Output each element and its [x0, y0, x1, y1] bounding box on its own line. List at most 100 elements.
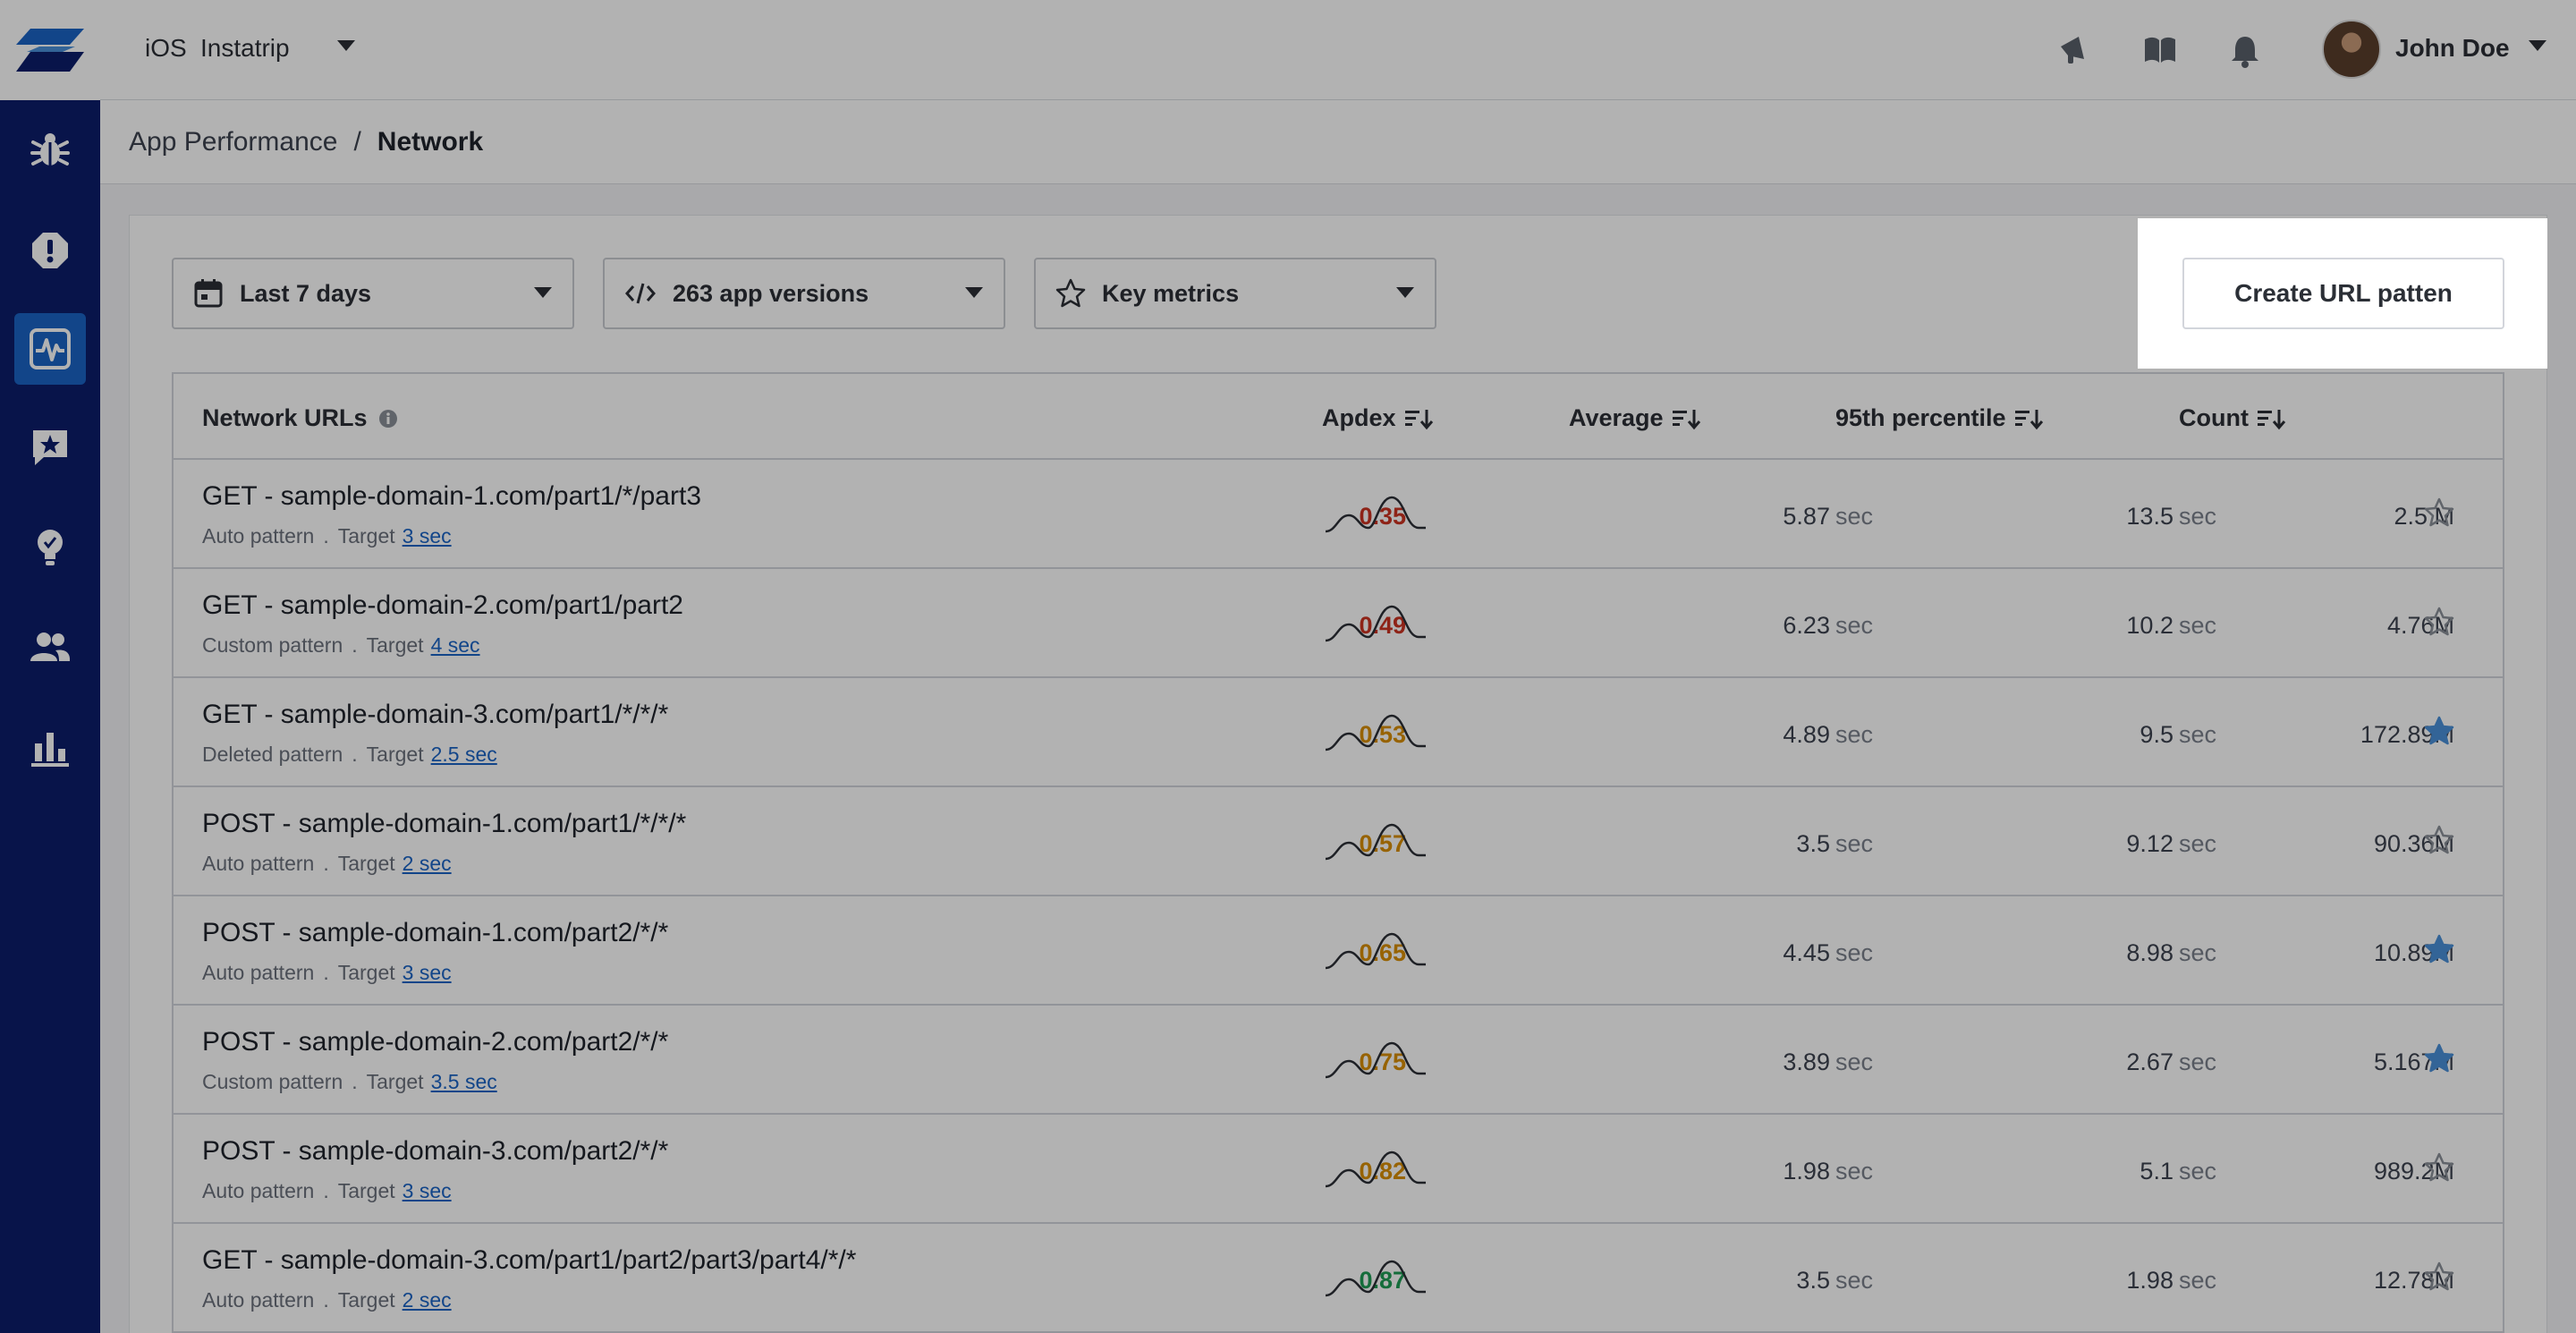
user-menu-chevron-icon[interactable]: [2528, 39, 2547, 52]
apdex-sparkline-icon: [1325, 1041, 1426, 1079]
pattern-type: Custom pattern: [202, 1070, 343, 1093]
target-label: Target: [337, 1288, 395, 1312]
table-row[interactable]: GET - sample-domain-3.com/part1/part2/pa…: [174, 1224, 2503, 1333]
sidebar-item-crashes[interactable]: [14, 215, 86, 286]
average-value: 3.89 sec: [1783, 1049, 1873, 1075]
app-selector[interactable]: Instatrip: [200, 34, 290, 63]
header-average[interactable]: Average: [1569, 404, 1701, 432]
sidebar-item-insights[interactable]: [14, 512, 86, 583]
target-label: Target: [366, 633, 424, 657]
sidebar-item-feedback[interactable]: [14, 412, 86, 483]
target-label: Target: [337, 961, 395, 984]
app-versions-filter[interactable]: 263 app versions: [603, 258, 1005, 329]
chevron-down-icon[interactable]: [336, 39, 356, 52]
table-row[interactable]: GET - sample-domain-1.com/part1/*/part3 A…: [174, 460, 2503, 569]
breadcrumb-current: Network: [377, 126, 484, 157]
average-value: 5.87 sec: [1783, 503, 1873, 530]
create-url-pattern-button[interactable]: Create URL patten: [2182, 258, 2504, 329]
date-range-filter[interactable]: Last 7 days: [172, 258, 574, 329]
chevron-down-icon: [1396, 287, 1414, 298]
pattern-type: Auto pattern: [202, 1288, 315, 1312]
star-outline-icon: [1055, 278, 1086, 308]
alert-icon: [32, 233, 68, 268]
average-value: 1.98 sec: [1783, 1158, 1873, 1184]
url-text[interactable]: POST - sample-domain-1.com/part2/*/*: [202, 918, 668, 948]
header-95th-percentile[interactable]: 95th percentile: [1835, 404, 2044, 432]
sidebar-item-bugs[interactable]: [14, 115, 86, 186]
meta-separator: .: [323, 961, 329, 984]
count-value: 5.167M: [2373, 1049, 2454, 1075]
url-text[interactable]: GET - sample-domain-2.com/part1/part2: [202, 590, 683, 621]
key-metrics-label: Key metrics: [1102, 279, 1240, 307]
star-filled-icon[interactable]: [2424, 1043, 2454, 1074]
target-label: Target: [366, 743, 424, 766]
book-icon[interactable]: [2143, 34, 2177, 66]
target-link[interactable]: 3 sec: [402, 1179, 452, 1202]
apdex-sparkline-icon: [1325, 605, 1426, 642]
sidebar-item-users[interactable]: [14, 612, 86, 683]
target-link[interactable]: 4 sec: [431, 633, 480, 657]
sort-icon: [1672, 409, 1700, 429]
table-row[interactable]: POST - sample-domain-3.com/part2/*/* Auto…: [174, 1115, 2503, 1224]
table-row[interactable]: GET - sample-domain-2.com/part1/part2 Cus…: [174, 569, 2503, 678]
bell-icon[interactable]: [2229, 34, 2261, 68]
header-count[interactable]: Count: [2179, 404, 2286, 432]
average-value: 4.89 sec: [1783, 721, 1873, 748]
megaphone-icon[interactable]: [2057, 34, 2089, 66]
info-icon[interactable]: [378, 409, 398, 429]
star-outline-icon[interactable]: [2424, 825, 2454, 855]
meta-separator: .: [352, 633, 358, 657]
table-row[interactable]: POST - sample-domain-1.com/part2/*/* Auto…: [174, 896, 2503, 1006]
app-versions-label: 263 app versions: [673, 279, 869, 307]
meta-separator: .: [323, 1288, 329, 1312]
pattern-type: Auto pattern: [202, 852, 315, 875]
star-outline-icon[interactable]: [2424, 497, 2454, 528]
url-text[interactable]: GET - sample-domain-3.com/part1/*/*/*: [202, 700, 668, 730]
star-outline-icon[interactable]: [2424, 607, 2454, 637]
apdex-sparkline-icon: [1325, 496, 1426, 533]
breadcrumb-parent[interactable]: App Performance: [129, 127, 337, 157]
target-link[interactable]: 2 sec: [402, 852, 452, 875]
table-row[interactable]: POST - sample-domain-1.com/part1/*/*/* Au…: [174, 787, 2503, 896]
table-row[interactable]: GET - sample-domain-3.com/part1/*/*/* Del…: [174, 678, 2503, 787]
sidebar-item-analytics[interactable]: [14, 712, 86, 784]
table-row[interactable]: POST - sample-domain-2.com/part2/*/* Cust…: [174, 1006, 2503, 1115]
url-text[interactable]: POST - sample-domain-2.com/part2/*/*: [202, 1027, 668, 1057]
user-name[interactable]: John Doe: [2395, 34, 2510, 63]
url-text[interactable]: GET - sample-domain-1.com/part1/*/part3: [202, 481, 701, 512]
apdex-sparkline-icon: [1325, 932, 1426, 970]
url-text[interactable]: GET - sample-domain-3.com/part1/part2/pa…: [202, 1245, 856, 1276]
apdex-sparkline-icon: [1325, 823, 1426, 861]
breadcrumb: App Performance / Network: [100, 100, 2576, 184]
header-apdex[interactable]: Apdex: [1322, 404, 1434, 432]
star-outline-icon[interactable]: [2424, 1261, 2454, 1292]
url-text[interactable]: POST - sample-domain-3.com/part2/*/*: [202, 1136, 668, 1167]
sidebar-item-performance[interactable]: [14, 313, 86, 385]
target-label: Target: [337, 1179, 395, 1202]
url-meta: Auto pattern. Target 2 sec: [202, 1288, 452, 1312]
target-link[interactable]: 3.5 sec: [431, 1070, 497, 1093]
target-link[interactable]: 2 sec: [402, 1288, 452, 1312]
bar-chart-icon: [31, 733, 69, 767]
performance-icon: [30, 328, 71, 369]
url-text[interactable]: POST - sample-domain-1.com/part1/*/*/*: [202, 809, 686, 839]
target-link[interactable]: 2.5 sec: [431, 743, 497, 766]
key-metrics-filter[interactable]: Key metrics: [1034, 258, 1436, 329]
target-label: Target: [337, 852, 395, 875]
sort-icon: [1404, 409, 1433, 429]
date-range-label: Last 7 days: [240, 279, 372, 307]
star-filled-icon[interactable]: [2424, 934, 2454, 964]
url-meta: Auto pattern. Target 3 sec: [202, 1179, 452, 1203]
star-outline-icon[interactable]: [2424, 1152, 2454, 1183]
star-filled-icon[interactable]: [2424, 716, 2454, 746]
count-value: 172.89M: [2360, 721, 2454, 748]
target-link[interactable]: 3 sec: [402, 524, 452, 548]
target-link[interactable]: 3 sec: [402, 961, 452, 984]
network-urls-table: Network URLs Apdex Average 95th percenti…: [172, 372, 2504, 1333]
app-logo[interactable]: [0, 0, 100, 100]
average-value: 4.45 sec: [1783, 939, 1873, 966]
platform-label: iOS: [145, 34, 187, 62]
avatar[interactable]: [2322, 20, 2381, 79]
breadcrumb-separator: /: [353, 126, 361, 157]
pattern-type: Auto pattern: [202, 961, 315, 984]
